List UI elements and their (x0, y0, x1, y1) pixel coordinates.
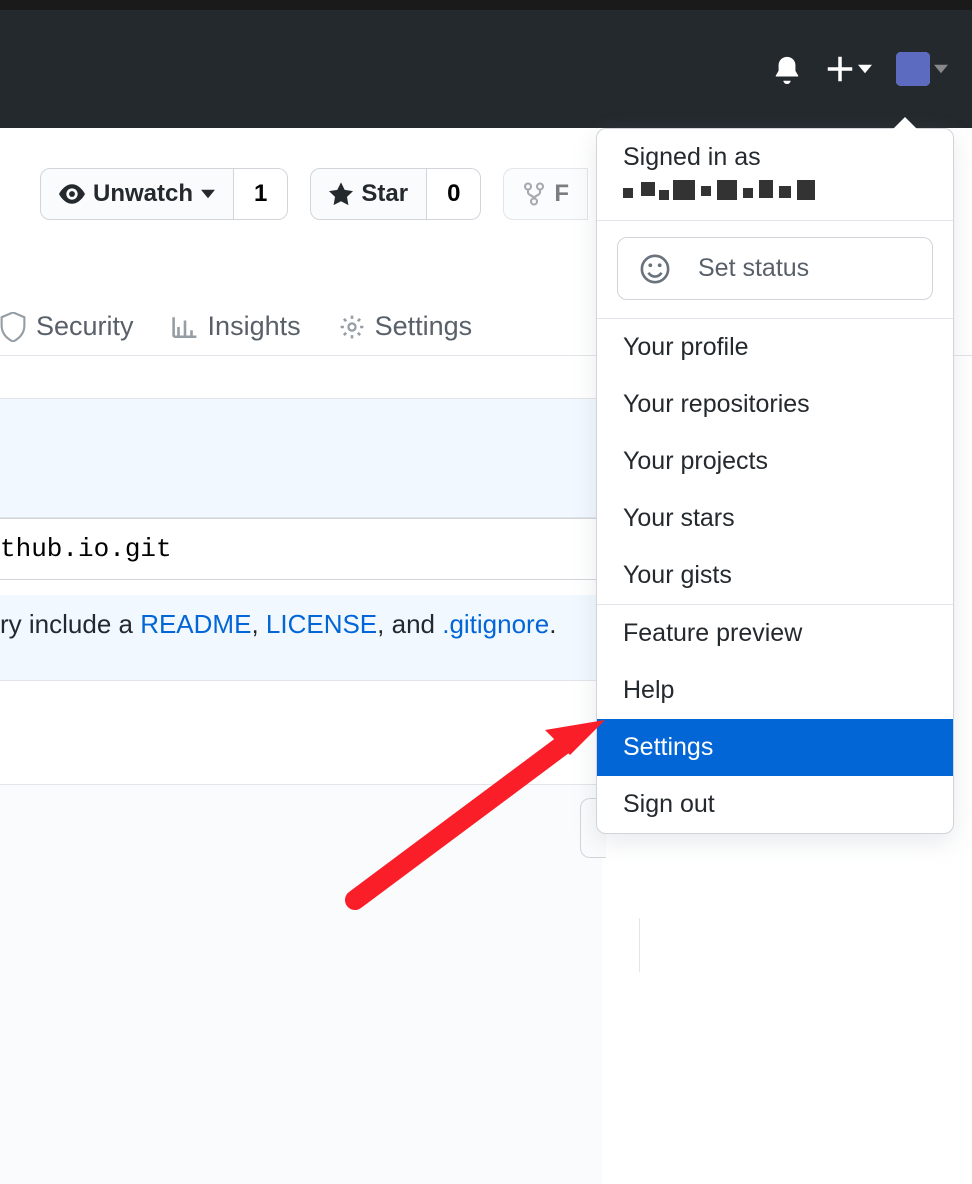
tab-insights-label: Insights (208, 311, 301, 342)
license-link[interactable]: LICENSE (266, 609, 377, 639)
tab-settings[interactable]: Settings (339, 311, 473, 342)
gear-icon (339, 314, 365, 340)
suffix: . (549, 609, 556, 639)
star-group: Star 0 (310, 168, 481, 220)
menu-your-repositories[interactable]: Your repositories (597, 376, 953, 433)
user-dropdown-menu: Signed in as Set status Your profile You… (596, 128, 954, 834)
recommend-files-line: ry include a README, LICENSE, and .gitig… (0, 595, 602, 681)
gitignore-link[interactable]: .gitignore (442, 609, 549, 639)
menu-your-profile[interactable]: Your profile (597, 319, 953, 376)
tab-security[interactable]: Security (0, 311, 134, 342)
menu-settings[interactable]: Settings (597, 719, 953, 776)
tab-settings-label: Settings (375, 311, 473, 342)
menu-feature-preview[interactable]: Feature preview (597, 605, 953, 662)
add-menu-button[interactable] (826, 55, 872, 83)
smiley-icon (640, 254, 670, 284)
setup-banner (0, 398, 602, 518)
unwatch-label: Unwatch (93, 180, 193, 208)
tab-insights[interactable]: Insights (172, 311, 301, 342)
fork-label: F (554, 180, 569, 208)
fork-group: F (503, 168, 588, 220)
sep1: , (251, 609, 265, 639)
clone-url-text: thub.io.git (0, 534, 172, 564)
signed-in-section: Signed in as (597, 129, 953, 220)
star-button[interactable]: Star (310, 168, 427, 220)
window-chrome-bar (0, 0, 972, 10)
readme-link[interactable]: README (140, 609, 251, 639)
star-icon (329, 182, 353, 206)
eye-icon (59, 181, 85, 207)
watch-count[interactable]: 1 (234, 168, 288, 220)
graph-icon (172, 314, 198, 340)
menu-your-projects[interactable]: Your projects (597, 433, 953, 490)
set-status-button[interactable]: Set status (617, 237, 933, 300)
chevron-down-icon (201, 187, 215, 201)
clone-url-input[interactable]: thub.io.git (0, 518, 602, 580)
username-redacted (623, 180, 823, 206)
tab-security-label: Security (36, 311, 134, 342)
notifications-bell-icon[interactable] (772, 54, 802, 84)
star-count[interactable]: 0 (427, 168, 481, 220)
divider (597, 220, 953, 221)
footer-area (0, 784, 602, 1184)
unwatch-button[interactable]: Unwatch (40, 168, 234, 220)
sep2: , and (377, 609, 442, 639)
menu-help[interactable]: Help (597, 662, 953, 719)
site-header (0, 10, 972, 128)
menu-your-stars[interactable]: Your stars (597, 490, 953, 547)
menu-your-gists[interactable]: Your gists (597, 547, 953, 604)
avatar-icon (896, 52, 930, 86)
user-avatar-menu[interactable] (896, 52, 948, 86)
fork-button[interactable]: F (503, 168, 588, 220)
repo-action-bar: Unwatch 1 Star 0 F (40, 168, 588, 220)
menu-sign-out[interactable]: Sign out (597, 776, 953, 833)
signed-in-label: Signed in as (623, 143, 927, 172)
fork-icon (522, 182, 546, 206)
star-label: Star (361, 180, 408, 208)
prefix: ry include a (0, 609, 140, 639)
shield-icon (0, 312, 26, 342)
set-status-label: Set status (698, 254, 809, 283)
watch-group: Unwatch 1 (40, 168, 288, 220)
sidebar-divider (639, 918, 640, 972)
